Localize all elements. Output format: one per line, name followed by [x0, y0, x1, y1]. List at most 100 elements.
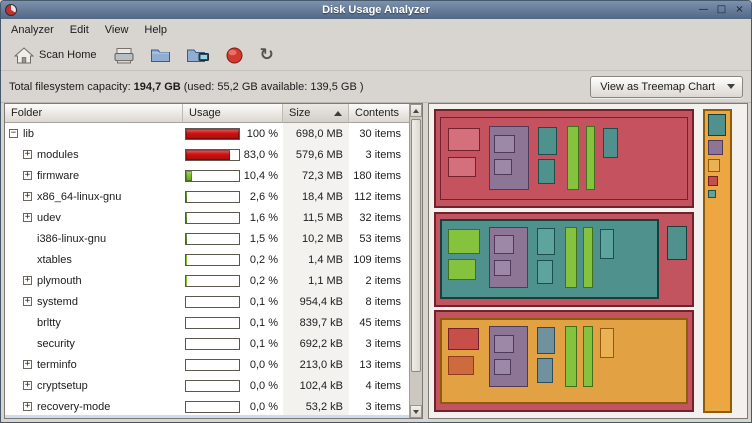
scroll-up-button[interactable] — [410, 104, 422, 117]
usage-bar — [185, 401, 240, 413]
table-row[interactable]: +x86_64-linux-gnu2,6 %18,4 MB112 items — [5, 186, 409, 207]
column-header-usage[interactable]: Usage — [183, 104, 283, 123]
table-row[interactable]: +plymouth0,2 %1,1 MB2 items — [5, 270, 409, 291]
treemap-rect[interactable] — [494, 359, 511, 375]
table-row[interactable]: +modules83,0 %579,6 MB3 items — [5, 144, 409, 165]
size-cell: 954,4 kB — [283, 291, 349, 312]
refresh-button[interactable]: ↻ — [255, 45, 277, 66]
vertical-scrollbar[interactable] — [409, 104, 422, 418]
treemap-rect[interactable] — [565, 227, 577, 288]
treemap-rect[interactable] — [448, 128, 480, 151]
treemap-rect[interactable] — [448, 157, 476, 177]
maximize-button[interactable]: □ — [714, 3, 729, 17]
column-header-size[interactable]: Size — [283, 104, 349, 123]
scroll-down-button[interactable] — [410, 405, 422, 418]
stop-scan-button[interactable] — [221, 44, 248, 67]
expander-icon[interactable]: + — [23, 213, 32, 222]
treemap-rect[interactable] — [448, 229, 480, 253]
treemap-rect[interactable] — [537, 260, 553, 284]
treemap-rect[interactable] — [448, 356, 474, 375]
treemap-rect[interactable] — [538, 159, 555, 183]
folder-name: lib — [23, 128, 34, 140]
treemap-rect[interactable] — [494, 135, 514, 153]
treemap-rect[interactable] — [567, 126, 579, 190]
column-header-usage-label: Usage — [189, 107, 221, 119]
table-row[interactable]: +recovery-mode0,0 %53,2 kB3 items — [5, 396, 409, 417]
treemap-rect[interactable] — [448, 259, 476, 280]
menu-item-view[interactable]: View — [97, 21, 137, 39]
treemap-rect[interactable] — [537, 327, 555, 354]
contents-cell: 13 items — [349, 354, 409, 375]
scrollbar-track[interactable] — [410, 117, 422, 405]
treemap-rect[interactable] — [537, 358, 553, 382]
close-button[interactable]: × — [732, 3, 747, 17]
scrollbar-thumb[interactable] — [411, 119, 421, 372]
remote-folder-icon — [186, 47, 210, 64]
folder-cell: +terminfo — [5, 354, 183, 375]
treemap-rect[interactable] — [538, 127, 556, 154]
size-cell: 10,2 MB — [283, 228, 349, 249]
table-row[interactable]: xtables0,2 %1,4 MB109 items — [5, 249, 409, 270]
treemap-rect[interactable] — [708, 159, 721, 172]
treemap-panel — [428, 103, 748, 419]
menu-item-analyzer[interactable]: Analyzer — [3, 21, 62, 39]
minimize-button[interactable]: — — [696, 3, 711, 17]
expander-icon[interactable]: + — [23, 297, 32, 306]
column-header-contents[interactable]: Contents — [349, 104, 409, 123]
usage-bar — [185, 212, 240, 224]
contents-cell: 109 items — [349, 249, 409, 270]
scan-home-button[interactable]: Scan Home — [8, 45, 102, 66]
treemap-rect[interactable] — [708, 190, 717, 198]
menu-item-edit[interactable]: Edit — [62, 21, 97, 39]
folder-cell: +plymouth — [5, 270, 183, 291]
treemap-rect[interactable] — [494, 159, 511, 175]
expander-icon[interactable]: + — [23, 381, 32, 390]
expander-icon[interactable]: + — [23, 360, 32, 369]
table-row[interactable]: −lib100 %698,0 MB30 items — [5, 123, 409, 144]
folder-cell: brltty — [5, 312, 183, 333]
table-row[interactable]: +cryptsetup0,0 %102,4 kB4 items — [5, 375, 409, 396]
menu-item-help[interactable]: Help — [136, 21, 175, 39]
scan-remote-folder-button[interactable] — [182, 45, 214, 66]
treemap-rect[interactable] — [600, 328, 614, 357]
expander-icon[interactable]: + — [23, 192, 32, 201]
treemap-rect[interactable] — [583, 326, 593, 387]
treemap-rect[interactable] — [586, 126, 596, 190]
table-row[interactable]: +terminfo0,0 %213,0 kB13 items — [5, 354, 409, 375]
usage-bar-fill — [186, 192, 187, 202]
expander-icon[interactable]: + — [23, 276, 32, 285]
scan-filesystem-button[interactable] — [109, 45, 139, 66]
expander-icon[interactable]: + — [23, 402, 32, 411]
view-as-select[interactable]: View as Treemap Chart — [590, 76, 743, 98]
column-header-folder[interactable]: Folder — [5, 104, 183, 123]
titlebar[interactable]: Disk Usage Analyzer —□× — [1, 1, 751, 19]
table-row[interactable]: +udev1,6 %11,5 MB32 items — [5, 207, 409, 228]
expander-icon[interactable]: + — [23, 150, 32, 159]
table-row[interactable]: security0,1 %692,2 kB3 items — [5, 333, 409, 354]
table-row[interactable]: +firmware10,4 %72,3 MB180 items — [5, 165, 409, 186]
arrow-up-icon — [413, 109, 419, 113]
treemap-rect[interactable] — [494, 260, 511, 276]
usage-bar — [185, 359, 240, 371]
treemap-rect[interactable] — [448, 328, 479, 350]
treemap-rect[interactable] — [494, 235, 514, 253]
treemap-rect[interactable] — [667, 226, 687, 259]
treemap-rect[interactable] — [708, 176, 718, 186]
treemap-rect[interactable] — [708, 114, 726, 135]
folder-cell: +udev — [5, 207, 183, 228]
treemap-rect[interactable] — [600, 229, 614, 258]
treemap-rect[interactable] — [494, 335, 514, 353]
treemap-rect[interactable] — [583, 227, 593, 288]
treemap-rect[interactable] — [565, 326, 577, 387]
size-cell: 72,3 MB — [283, 165, 349, 186]
expander-icon[interactable]: + — [23, 171, 32, 180]
treemap-rect[interactable] — [603, 128, 617, 158]
treemap-rect[interactable] — [537, 228, 555, 255]
expander-icon[interactable]: − — [9, 129, 18, 138]
table-row[interactable]: +systemd0,1 %954,4 kB8 items — [5, 291, 409, 312]
treemap-rect[interactable] — [708, 140, 723, 155]
scan-folder-button[interactable] — [146, 45, 175, 65]
table-row[interactable]: brltty0,1 %839,7 kB45 items — [5, 312, 409, 333]
table-row[interactable]: i386-linux-gnu1,5 %10,2 MB53 items — [5, 228, 409, 249]
treemap-canvas[interactable] — [434, 109, 742, 413]
